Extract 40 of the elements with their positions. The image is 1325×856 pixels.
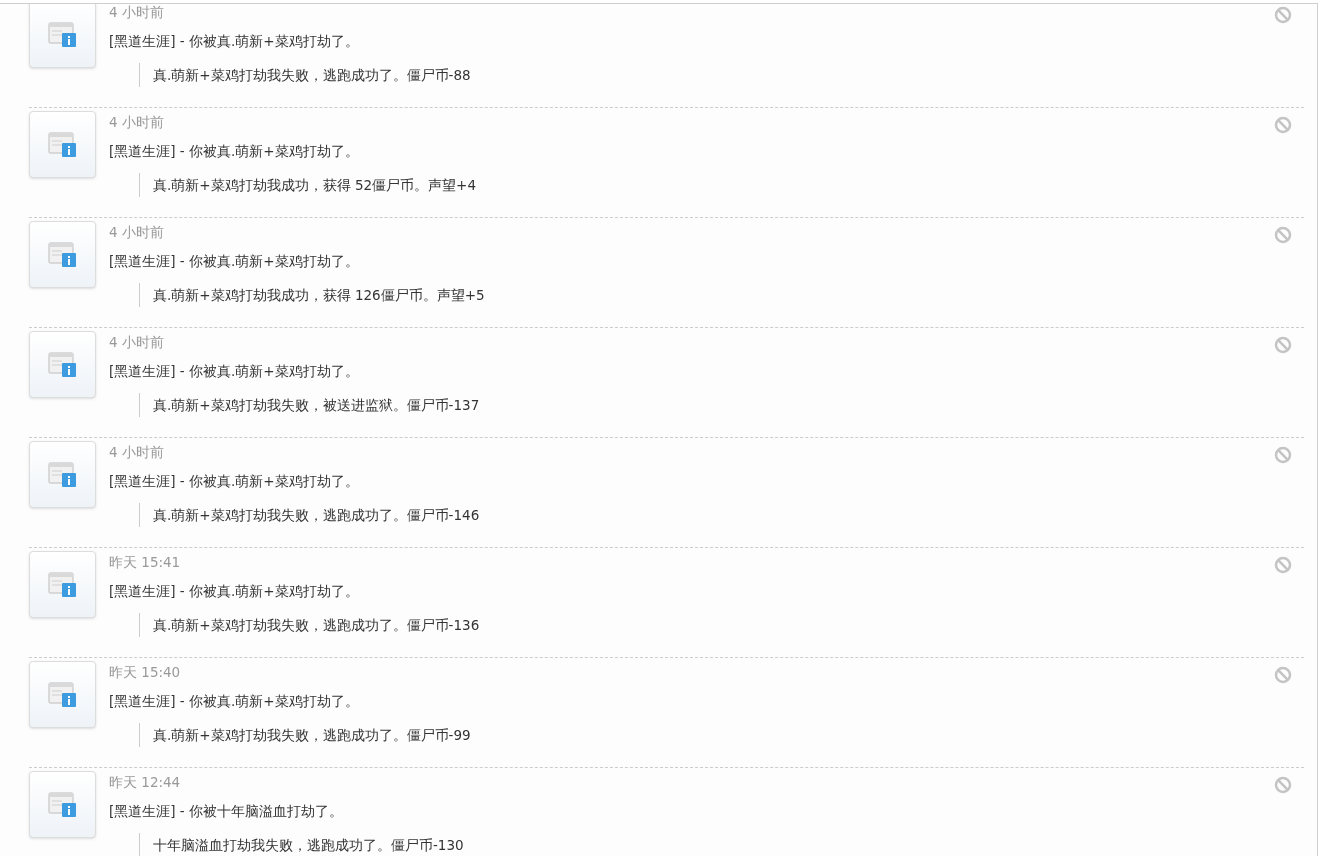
ignore-icon[interactable] (1274, 6, 1292, 24)
info-window-icon (47, 790, 78, 819)
ignore-icon[interactable] (1274, 666, 1292, 684)
notice-title: [黑道生涯] - 你被真.萌新+菜鸡打劫了。 (109, 32, 360, 51)
info-window-icon (47, 570, 78, 599)
ignore-icon[interactable] (1274, 446, 1292, 464)
notice-detail: 真.萌新+菜鸡打劫我成功，获得 52僵尸币。声望+4 (139, 173, 476, 197)
info-window-icon (47, 130, 78, 159)
notice-time: 昨天 15:41 (109, 553, 182, 572)
ignore-icon[interactable] (1274, 336, 1292, 354)
ignore-icon[interactable] (1274, 776, 1292, 794)
notice-time: 4 小时前 (109, 4, 165, 22)
notice-time: 昨天 15:40 (109, 663, 182, 682)
notice-detail: 真.萌新+菜鸡打劫我失败，被送进监狱。僵尸币-137 (139, 393, 480, 417)
notice-title: [黑道生涯] - 你被真.萌新+菜鸡打劫了。 (109, 362, 360, 381)
notice-detail: 真.萌新+菜鸡打劫我失败，逃跑成功了。僵尸币-88 (139, 63, 471, 87)
notice-time: 4 小时前 (109, 443, 165, 462)
info-window-icon (47, 20, 78, 49)
notice-detail: 真.萌新+菜鸡打劫我失败，逃跑成功了。僵尸币-136 (139, 613, 480, 637)
info-window-icon (47, 460, 78, 489)
ignore-icon[interactable] (1274, 226, 1292, 244)
notice-title: [黑道生涯] - 你被十年脑溢血打劫了。 (109, 802, 344, 821)
info-window-icon (47, 680, 78, 709)
notice-time: 4 小时前 (109, 223, 165, 242)
notice-title: [黑道生涯] - 你被真.萌新+菜鸡打劫了。 (109, 582, 360, 601)
notice-title: [黑道生涯] - 你被真.萌新+菜鸡打劫了。 (109, 692, 360, 711)
notice-detail: 真.萌新+菜鸡打劫我失败，逃跑成功了。僵尸币-146 (139, 503, 480, 527)
ignore-icon[interactable] (1274, 116, 1292, 134)
ignore-icon[interactable] (1274, 556, 1292, 574)
notice-detail: 真.萌新+菜鸡打劫我成功，获得 126僵尸币。声望+5 (139, 283, 485, 307)
notice-time: 4 小时前 (109, 333, 165, 352)
notice-title: [黑道生涯] - 你被真.萌新+菜鸡打劫了。 (109, 472, 360, 491)
notice-time: 昨天 12:44 (109, 773, 182, 792)
info-window-icon (47, 350, 78, 379)
info-window-icon (47, 240, 78, 269)
notice-detail: 十年脑溢血打劫我失败，逃跑成功了。僵尸币-130 (139, 833, 464, 856)
notice-detail: 真.萌新+菜鸡打劫我失败，逃跑成功了。僵尸币-99 (139, 723, 471, 747)
notice-time: 4 小时前 (109, 113, 165, 132)
notice-title: [黑道生涯] - 你被真.萌新+菜鸡打劫了。 (109, 142, 360, 161)
notice-title: [黑道生涯] - 你被真.萌新+菜鸡打劫了。 (109, 252, 360, 271)
